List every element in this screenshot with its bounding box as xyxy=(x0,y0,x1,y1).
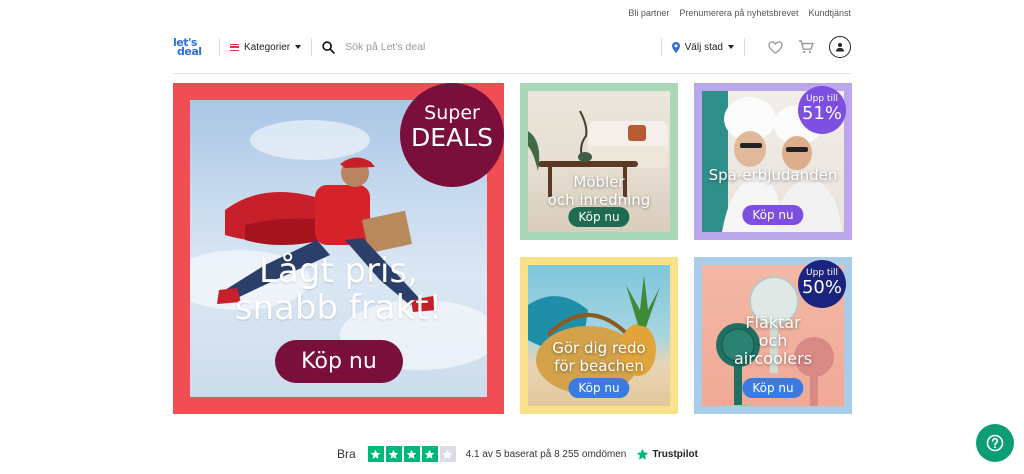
chevron-down-icon xyxy=(728,45,734,49)
trustpilot-widget[interactable]: Bra 4.1 av 5 baserat på 8 255 omdömen Tr… xyxy=(337,446,698,462)
badge-line-2: 50% xyxy=(801,277,842,298)
tile-title-line-1: Fläktar xyxy=(745,313,801,332)
rating-stars xyxy=(367,446,456,462)
badge-line-2: 51% xyxy=(801,103,842,124)
categories-label: Kategorier xyxy=(244,41,291,53)
tile-title: Fläktar och aircoolers xyxy=(694,314,852,368)
city-label: Välj stad xyxy=(684,41,723,53)
account-button[interactable] xyxy=(829,36,851,58)
header: let's deal Kategorier Välj stad xyxy=(173,32,851,62)
menu-icon xyxy=(230,43,239,51)
tile-buy-button[interactable]: Köp nu xyxy=(568,378,630,398)
utility-links: Bli partner Prenumerera på nyhetsbrevet … xyxy=(628,8,851,18)
categories-button[interactable]: Kategorier xyxy=(230,41,302,53)
star-icon xyxy=(439,446,456,462)
tile-title-line-2: och xyxy=(758,331,788,350)
user-icon xyxy=(836,43,844,52)
help-button[interactable] xyxy=(976,424,1014,462)
trustpilot-brand: Trustpilot xyxy=(652,448,698,460)
star-icon xyxy=(367,446,384,462)
cart-icon xyxy=(799,40,814,54)
badge-line-1: Upp till xyxy=(806,94,838,104)
location-pin-icon xyxy=(671,41,680,53)
tile-buy-button[interactable]: Köp nu xyxy=(742,205,804,225)
chevron-down-icon xyxy=(295,45,302,49)
question-icon xyxy=(986,434,1004,452)
search-icon[interactable] xyxy=(322,40,335,54)
tile-title: Möbler och inredning xyxy=(520,173,678,209)
tile-title-line-1: Spa-erbjudanden xyxy=(708,166,838,184)
discount-badge: Upp till 50% xyxy=(798,260,846,308)
tile-buy-button[interactable]: Köp nu xyxy=(742,378,804,398)
badge-line-1: Super xyxy=(424,102,480,124)
rating-word: Bra xyxy=(337,447,356,461)
divider xyxy=(660,38,662,56)
header-divider xyxy=(173,73,851,74)
link-kundtjanst[interactable]: Kundtjänst xyxy=(808,8,851,18)
badge-line-2: DEALS xyxy=(411,123,493,152)
divider xyxy=(744,38,745,56)
star-icon xyxy=(421,446,438,462)
city-selector[interactable]: Välj stad xyxy=(671,41,734,53)
trustpilot-logo[interactable]: Trustpilot xyxy=(636,448,698,461)
logo[interactable]: let's deal xyxy=(173,37,209,58)
tile-title: Gör dig redo för beachen xyxy=(520,339,678,375)
logo-line-2: deal xyxy=(177,45,202,58)
tile-spa[interactable]: Upp till 51% Spa-erbjudanden Köp nu xyxy=(694,83,852,240)
tile-buy-button[interactable]: Köp nu xyxy=(568,207,630,227)
hero-headline-line-1: Lågt pris, xyxy=(258,251,419,291)
rating-summary: 4.1 av 5 baserat på 8 255 omdömen xyxy=(465,448,627,460)
cart-button[interactable] xyxy=(795,36,817,58)
star-icon xyxy=(403,446,420,462)
hero-headline: Lågt pris, snabb frakt! xyxy=(173,253,504,327)
tile-furniture[interactable]: Möbler och inredning Köp nu xyxy=(520,83,678,240)
tile-title-line-1: Gör dig redo xyxy=(552,339,646,357)
heart-icon xyxy=(767,40,783,54)
link-newsletter[interactable]: Prenumerera på nyhetsbrevet xyxy=(679,8,798,18)
hero-banner[interactable]: Super DEALS Lågt pris, snabb frakt! Köp … xyxy=(173,83,504,414)
search-input[interactable] xyxy=(345,41,586,53)
discount-badge: Upp till 51% xyxy=(798,86,846,134)
search-bar xyxy=(322,40,651,54)
link-bli-partner[interactable]: Bli partner xyxy=(628,8,669,18)
tile-beach[interactable]: Gör dig redo för beachen Köp nu xyxy=(520,257,678,414)
badge-line-1: Upp till xyxy=(806,268,838,278)
hero-headline-line-2: snabb frakt! xyxy=(234,288,443,328)
favorites-button[interactable] xyxy=(764,36,786,58)
divider xyxy=(311,38,313,56)
tile-fans[interactable]: Upp till 50% Fläktar och aircoolers Köp … xyxy=(694,257,852,414)
hero-buy-button[interactable]: Köp nu xyxy=(275,340,403,383)
tile-title-line-1: Möbler xyxy=(573,173,625,191)
star-icon xyxy=(385,446,402,462)
super-deals-badge: Super DEALS xyxy=(400,83,504,187)
trustpilot-star-icon xyxy=(637,448,649,460)
tile-title: Spa-erbjudanden xyxy=(694,166,852,184)
divider xyxy=(219,38,220,56)
tile-title-line-3: aircoolers xyxy=(733,349,813,368)
tile-title-line-2: för beachen xyxy=(554,357,644,375)
